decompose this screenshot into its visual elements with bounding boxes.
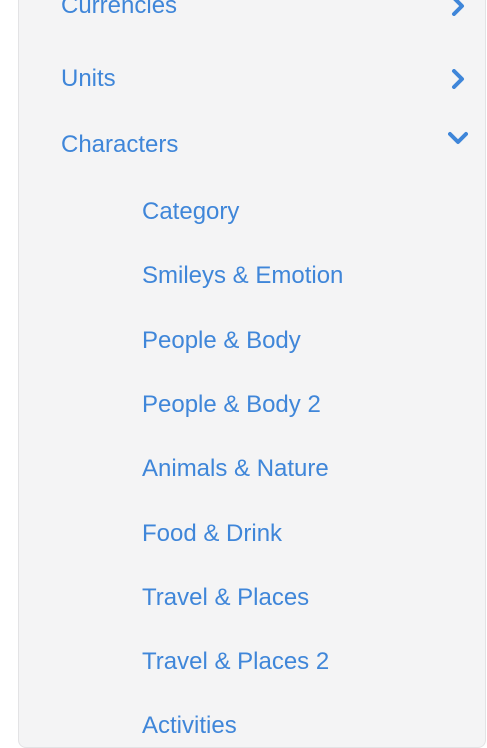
character-item-label: People & Body — [142, 327, 301, 354]
character-item-label: Category — [142, 198, 240, 225]
character-item-category[interactable]: Category — [19, 190, 485, 234]
character-item-label: Animals & Nature — [142, 455, 329, 482]
character-item-animals-nature[interactable]: Animals & Nature — [19, 447, 485, 491]
character-item-activities[interactable]: Activities — [19, 704, 485, 747]
character-item-people-body-2[interactable]: People & Body 2 — [19, 383, 485, 427]
section-currencies-label: Currencies — [61, 0, 178, 19]
character-item-label: Smileys & Emotion — [142, 262, 344, 289]
character-item-food-drink[interactable]: Food & Drink — [19, 512, 485, 556]
section-units[interactable]: Units — [19, 57, 485, 101]
character-item-label: Activities — [142, 712, 237, 739]
section-currencies[interactable]: Currencies — [19, 0, 485, 28]
section-units-label: Units — [61, 65, 116, 92]
character-item-label: People & Body 2 — [142, 391, 321, 418]
chevron-right-icon[interactable] — [447, 0, 469, 17]
character-item-smileys-emotion[interactable]: Smileys & Emotion — [19, 254, 485, 298]
chevron-down-icon[interactable] — [447, 127, 469, 149]
character-item-label: Travel & Places 2 — [142, 648, 330, 675]
chevron-right-icon[interactable] — [447, 68, 469, 90]
character-item-travel-places[interactable]: Travel & Places — [19, 576, 485, 620]
settings-sidebar-panel: Currencies Units Characters Category Smi… — [18, 0, 486, 748]
character-item-people-body[interactable]: People & Body — [19, 319, 485, 363]
section-characters-label: Characters — [61, 131, 179, 158]
character-item-label: Food & Drink — [142, 520, 283, 547]
section-characters[interactable]: Characters — [19, 123, 485, 167]
character-item-label: Travel & Places — [142, 584, 310, 611]
character-item-travel-places-2[interactable]: Travel & Places 2 — [19, 640, 485, 684]
